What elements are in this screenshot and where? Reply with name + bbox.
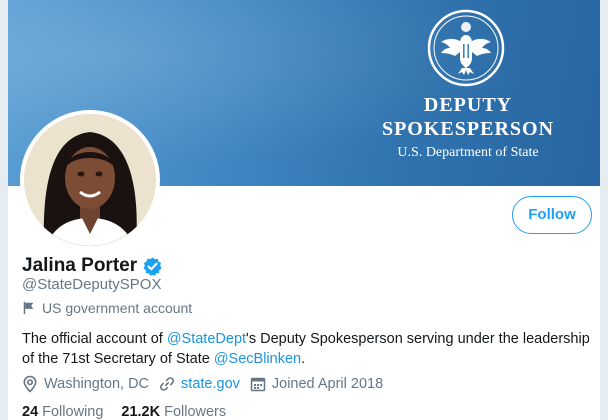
website-item: state.gov (159, 376, 240, 392)
profile-handle: @StateDeputySPOX (22, 276, 162, 293)
right-border (600, 0, 608, 420)
followers-label: Followers (164, 404, 227, 420)
name-row: Jalina Porter (22, 255, 163, 277)
following-count: 24 (22, 404, 39, 420)
joined-text: Joined April 2018 (271, 376, 384, 392)
followers-count: 21.2K (121, 404, 161, 420)
banner-title-line1: DEPUTY (423, 94, 513, 116)
location-item: Washington, DC (22, 375, 149, 393)
flag-icon (23, 301, 34, 315)
banner-title-line2: SPOKESPERSON (381, 118, 555, 140)
mention-secblinken-link[interactable]: @SecBlinken (214, 351, 301, 367)
verified-badge-icon (143, 256, 162, 276)
follow-button[interactable]: Follow (512, 196, 592, 234)
avatar-photo (24, 114, 156, 246)
bio-text-1: The official account of (22, 331, 167, 347)
avatar[interactable] (20, 110, 160, 250)
link-icon (160, 377, 175, 391)
government-label-text: US government account (42, 300, 193, 316)
profile-bio: The official account of @StateDept's Dep… (22, 329, 592, 369)
banner-subtitle: U.S. Department of State (397, 145, 539, 160)
location-text: Washington, DC (44, 376, 150, 392)
profile-name: Jalina Porter (22, 255, 138, 276)
bio-text-3: . (301, 351, 306, 367)
government-label: US government account (22, 300, 192, 316)
following-link[interactable]: 24 Following (22, 404, 103, 420)
profile-page: DEPUTY SPOKESPERSON U.S. Department of S… (0, 0, 608, 420)
location-pin-icon (23, 375, 37, 393)
great-seal-icon (427, 9, 505, 87)
mention-statedept-link[interactable]: @StateDept (167, 331, 246, 347)
followers-link[interactable]: 21.2K Followers (121, 404, 226, 420)
following-label: Following (42, 404, 104, 420)
profile-meta: Washington, DC state.gov Joined April 20… (22, 375, 393, 393)
joined-item: Joined April 2018 (250, 376, 383, 392)
follow-counts: 24 Following 21.2K Followers (22, 404, 244, 420)
calendar-icon (250, 377, 266, 392)
website-link[interactable]: state.gov (181, 376, 240, 392)
left-border (0, 0, 8, 420)
